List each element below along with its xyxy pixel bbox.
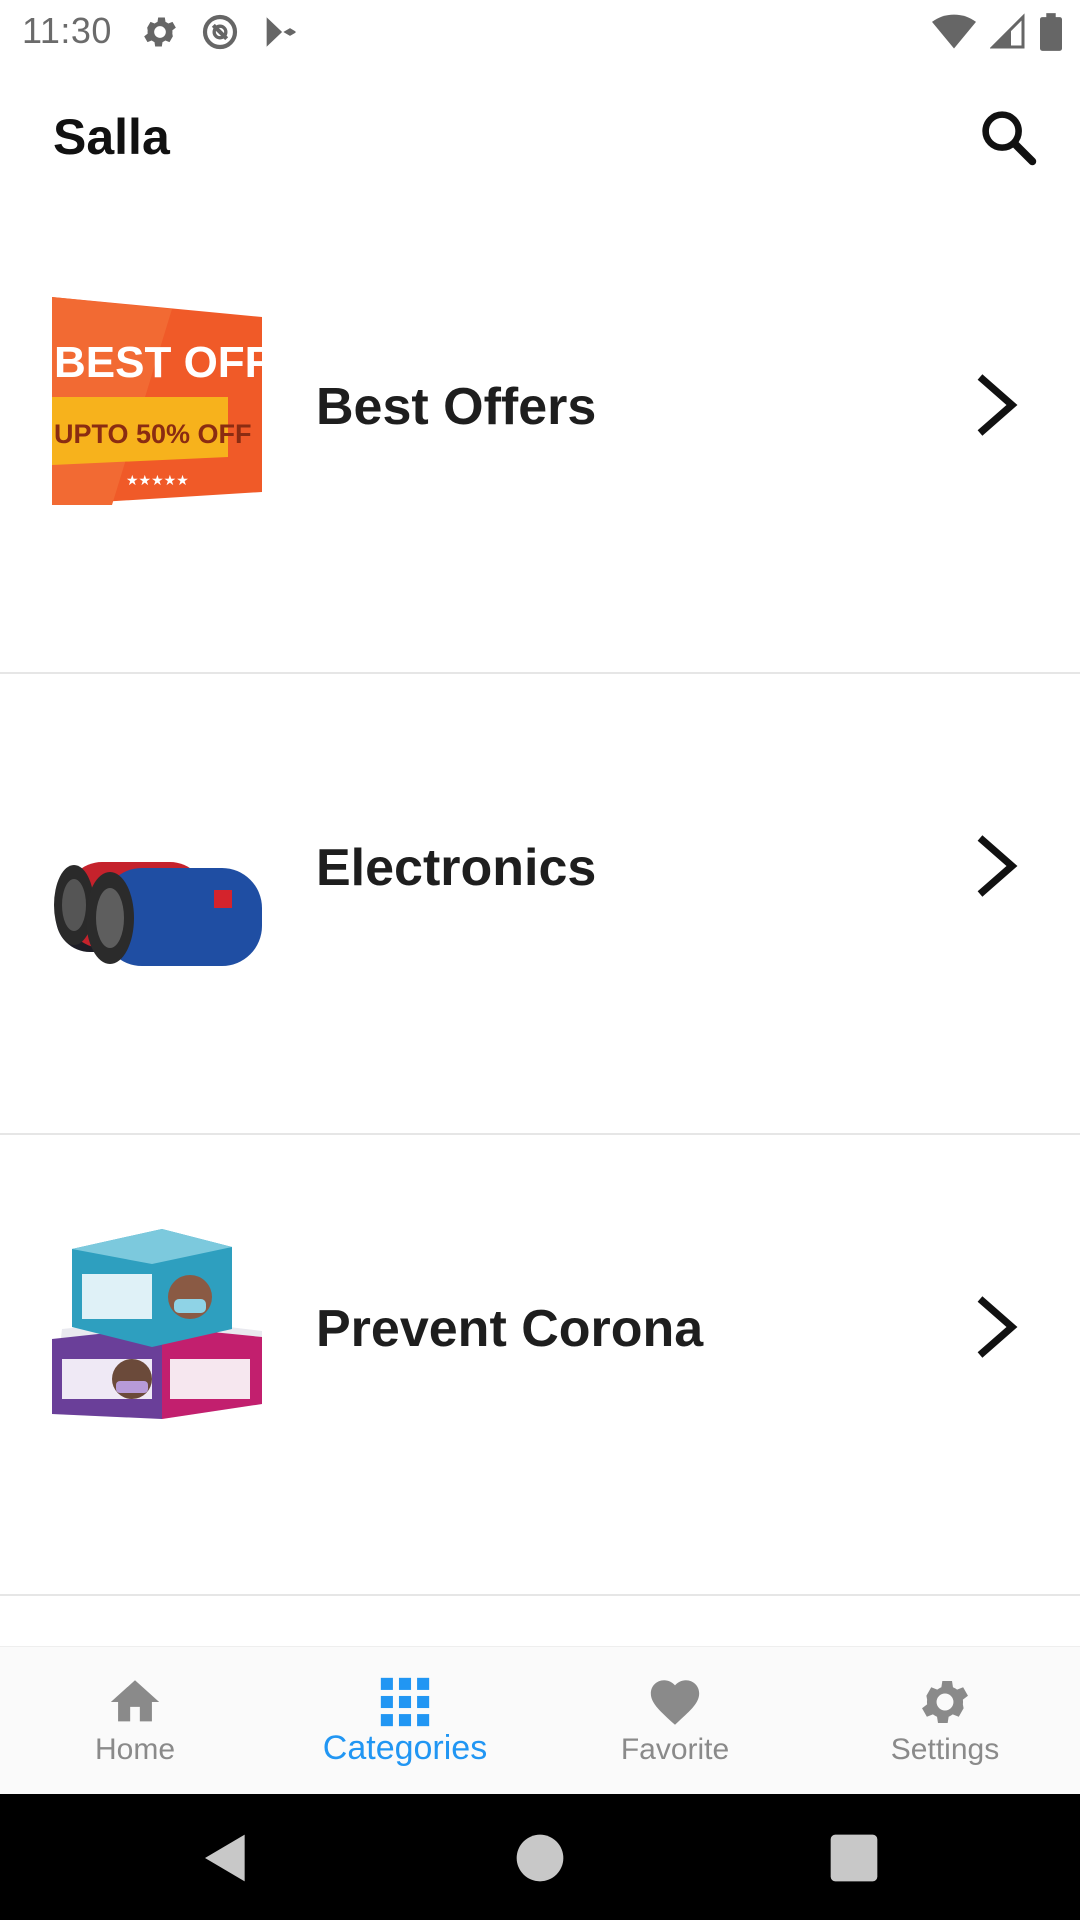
category-row-electronics[interactable]: Electronics — [0, 674, 1080, 1135]
category-label: Electronics — [316, 839, 597, 897]
search-button[interactable] — [976, 105, 1042, 171]
speaker-image — [54, 862, 262, 966]
chevron-right-icon — [977, 1296, 1018, 1358]
recents-icon[interactable] — [826, 1830, 882, 1886]
nav-label: Settings — [890, 1733, 1000, 1766]
page-title: Salla — [53, 109, 170, 165]
category-label: Best Offers — [316, 378, 597, 436]
search-icon — [982, 111, 1037, 166]
category-list: BEST OFFER UPTO 50% OFF ★★★★★ Best Offer… — [0, 213, 1080, 1596]
nav-label: Categories — [322, 1729, 488, 1767]
back-icon[interactable] — [198, 1830, 254, 1886]
nav-item-categories[interactable]: Categories — [270, 1647, 540, 1795]
chevron-right-icon — [977, 835, 1018, 897]
nav-item-settings[interactable]: Settings — [810, 1647, 1080, 1795]
mask-boxes-image — [52, 1229, 262, 1419]
status-right-icons — [932, 12, 1062, 52]
play-store-icon — [266, 15, 296, 49]
gear-icon — [144, 17, 176, 47]
status-bar: 11:30 — [0, 0, 1080, 63]
nav-item-home[interactable]: Home — [0, 1647, 270, 1795]
thumb-text-3: ★★★★★ — [126, 473, 189, 489]
status-time: 11:30 — [22, 10, 112, 51]
thumb-text-1: BEST OFFER — [54, 338, 262, 387]
category-row-prevent-corona[interactable]: Prevent Corona — [0, 1135, 1080, 1596]
home-circle-icon[interactable] — [512, 1830, 568, 1886]
thumb-text-2: UPTO 50% OFF — [54, 419, 252, 449]
signal-icon — [990, 13, 1025, 49]
nav-label: Home — [94, 1733, 176, 1766]
status-left-icons — [140, 12, 300, 52]
category-label: Prevent Corona — [316, 1300, 704, 1358]
grid-icon — [380, 1677, 430, 1727]
heart-icon — [650, 1680, 700, 1725]
nav-item-favorite[interactable]: Favorite — [540, 1647, 810, 1795]
screen: 11:30 Salla BEST OFFER — [0, 0, 1080, 1920]
best-offer-image: BEST OFFER UPTO 50% OFF ★★★★★ — [52, 297, 262, 505]
bottom-navigation: Home Categories Favorite Settings — [0, 1646, 1080, 1795]
nav-label: Favorite — [620, 1733, 730, 1766]
app-bar: Salla — [0, 63, 1080, 213]
system-navigation-bar — [0, 1794, 1080, 1920]
sync-disabled-icon — [202, 14, 238, 50]
wifi-icon — [932, 14, 976, 49]
home-icon — [110, 1680, 160, 1722]
category-row-best-offers[interactable]: BEST OFFER UPTO 50% OFF ★★★★★ Best Offer… — [0, 213, 1080, 674]
battery-icon — [1040, 13, 1062, 51]
chevron-right-icon — [977, 374, 1018, 436]
gear-icon — [922, 1680, 968, 1724]
